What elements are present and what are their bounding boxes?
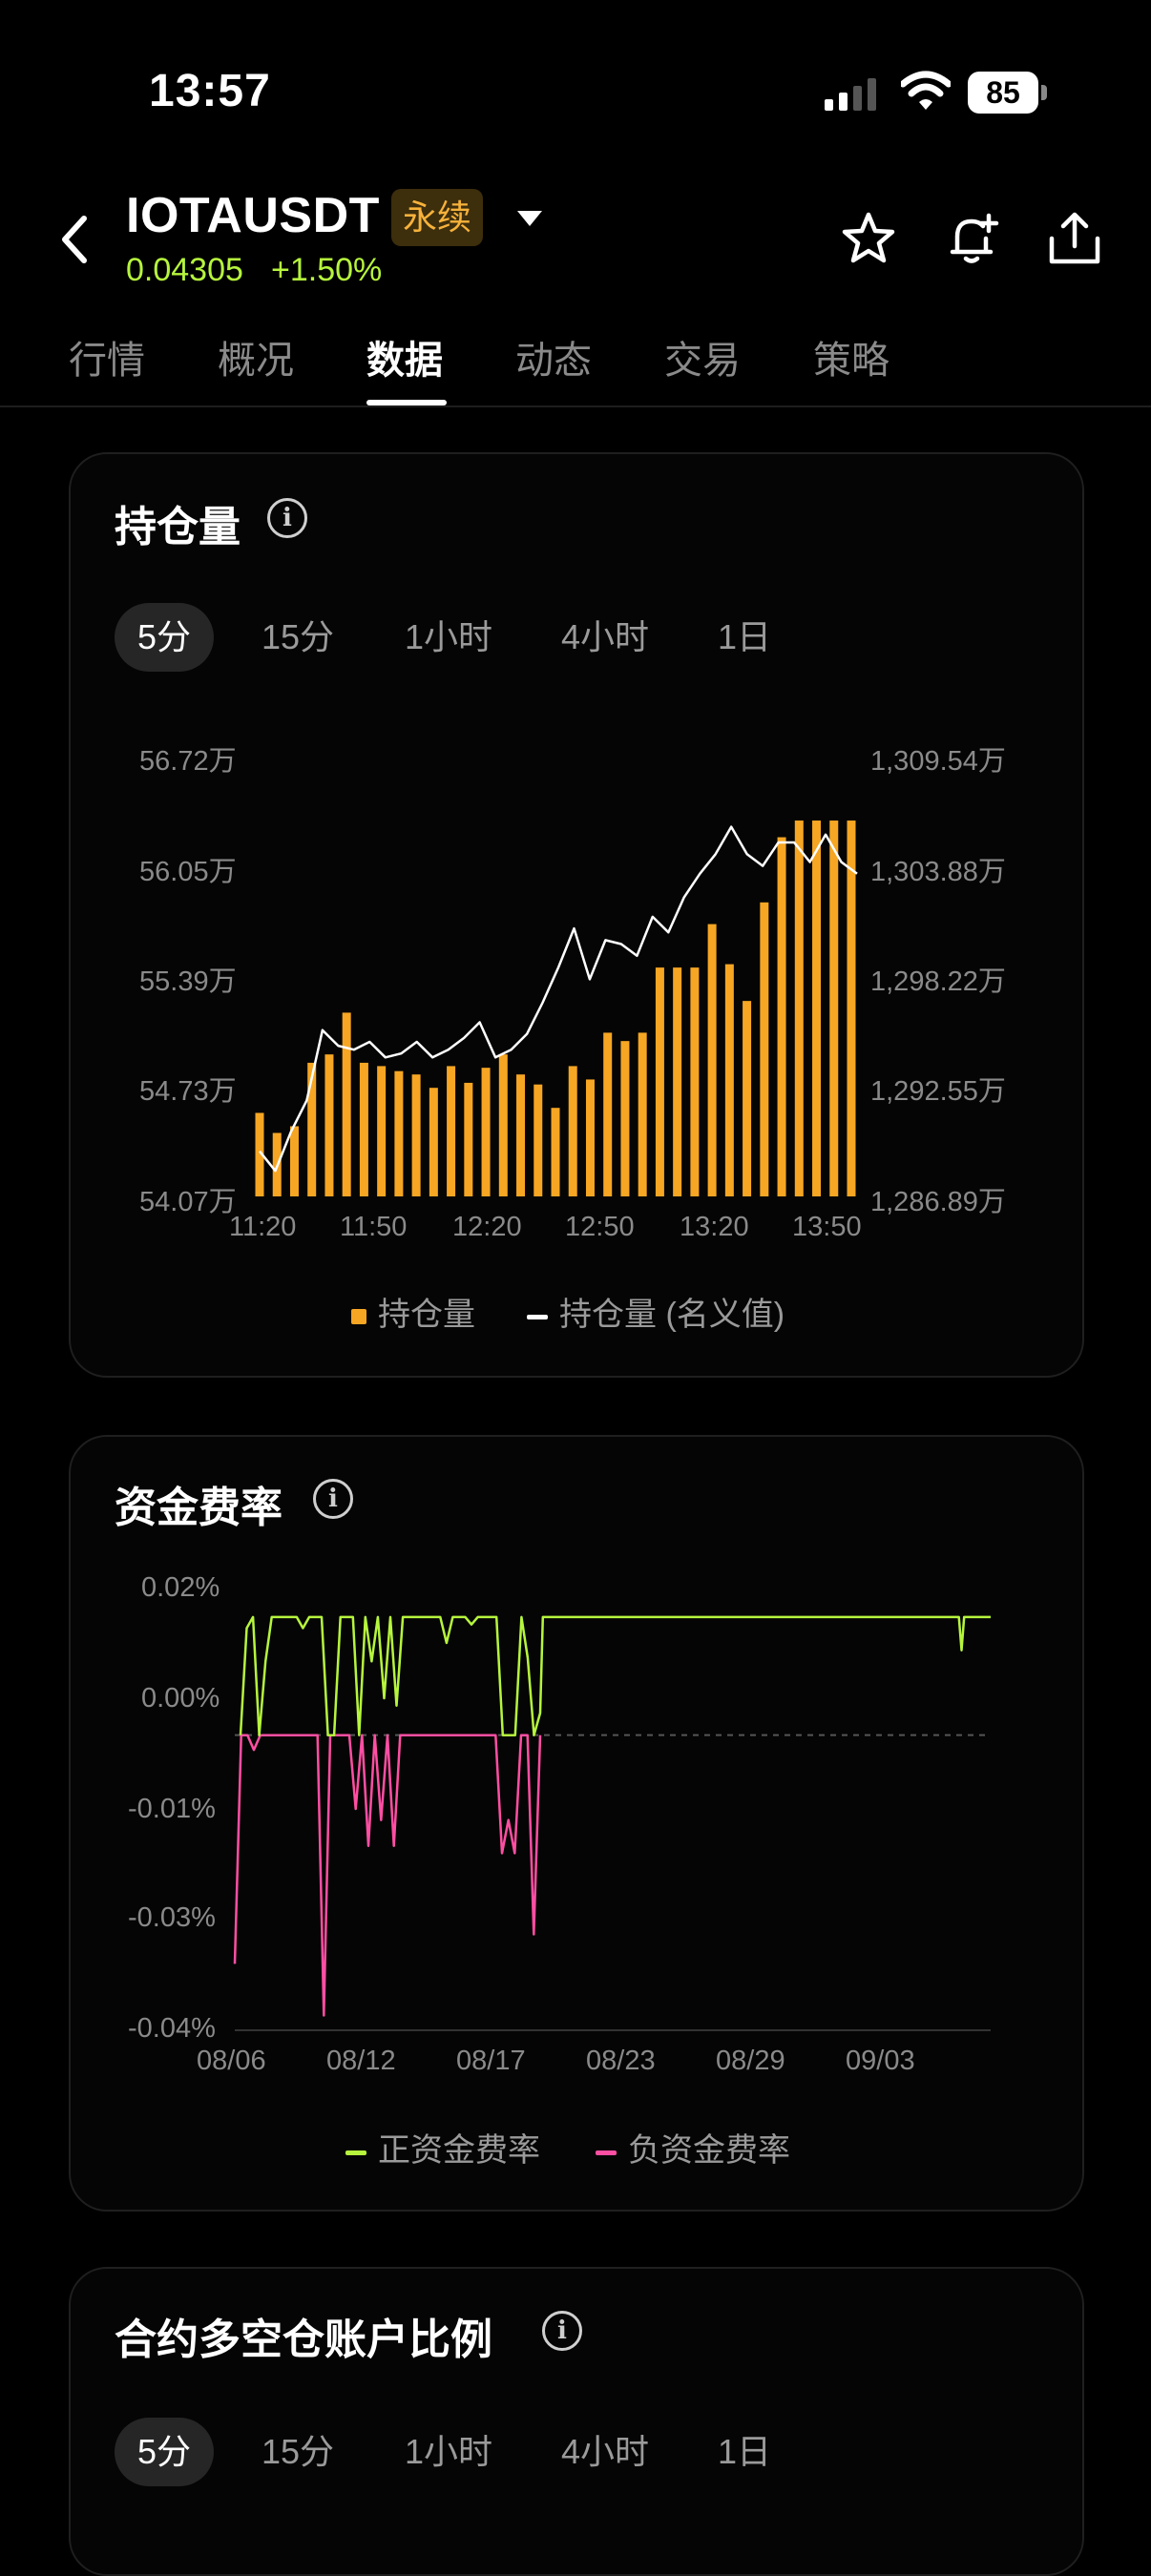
funding-rate-chart (233, 1615, 991, 2031)
legend-label: 正资金费率 (378, 2132, 540, 2169)
legend-swatch-positive (345, 2150, 366, 2155)
info-icon[interactable]: i (542, 2311, 582, 2351)
positive-rate-line (239, 1615, 991, 1736)
legend-swatch-negative (596, 2150, 617, 2155)
legend-negative-rate[interactable]: 负资金费率 (596, 2124, 790, 2171)
legend-positive-rate[interactable]: 正资金费率 (345, 2124, 540, 2171)
period-1h[interactable]: 1小时 (382, 2418, 515, 2486)
period-1d[interactable]: 1日 (695, 2418, 794, 2486)
legend-label: 负资金费率 (628, 2132, 790, 2169)
period-15m[interactable]: 15分 (239, 2418, 357, 2486)
negative-rate-line (233, 1734, 542, 2017)
period-4h[interactable]: 4小时 (538, 2418, 672, 2486)
period-5m[interactable]: 5分 (115, 2418, 215, 2486)
long-short-ratio-title: 合约多空仓账户比例 (115, 2316, 492, 2363)
